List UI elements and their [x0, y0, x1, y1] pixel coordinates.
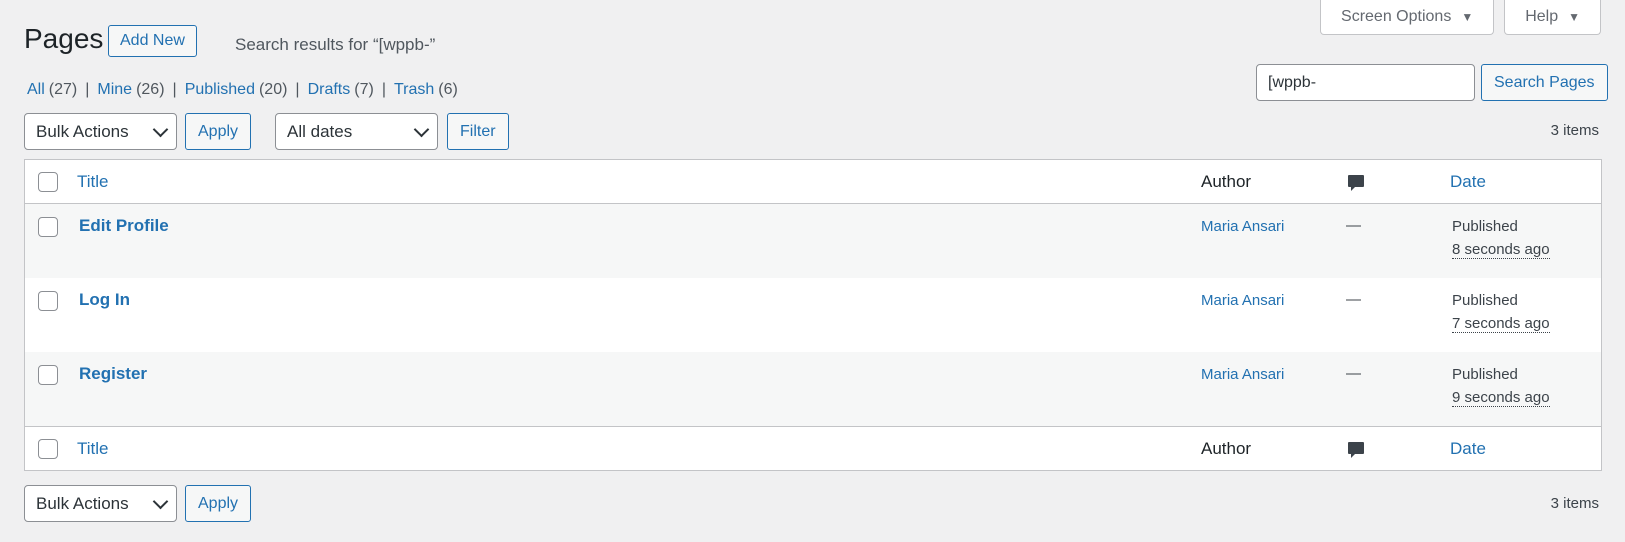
title-column-header[interactable]: Title	[77, 172, 109, 192]
row-checkbox[interactable]	[38, 365, 58, 385]
view-count: (6)	[438, 81, 458, 98]
separator: |	[381, 81, 386, 98]
view-mine-link[interactable]: Mine	[97, 81, 132, 99]
screen-options-button[interactable]: Screen Options ▼	[1320, 0, 1495, 35]
table-row: Log In Maria Ansari — Published 7 second…	[25, 278, 1601, 352]
view-count: (7)	[354, 81, 374, 98]
table-row: Edit Profile Maria Ansari — Published 8 …	[25, 204, 1601, 278]
page-title-link[interactable]: Register	[79, 364, 147, 384]
bulk-actions-select-bottom[interactable]: Bulk Actions	[24, 485, 177, 522]
chevron-down-icon	[413, 121, 430, 137]
filter-button[interactable]: Filter	[447, 113, 509, 150]
post-status: Published	[1452, 218, 1518, 235]
apply-button[interactable]: Apply	[185, 113, 252, 150]
apply-button-bottom[interactable]: Apply	[185, 485, 252, 522]
search-pages-button[interactable]: Search Pages	[1481, 64, 1608, 101]
date-column-header[interactable]: Date	[1450, 439, 1486, 459]
triangle-down-icon: ▼	[1461, 10, 1474, 24]
view-all-link[interactable]: All	[27, 81, 45, 99]
post-date: 8 seconds ago	[1452, 241, 1550, 259]
author-column-header: Author	[1201, 172, 1252, 191]
view-count: (26)	[136, 81, 165, 98]
dates-select[interactable]: All dates	[275, 113, 438, 150]
page-title-link[interactable]: Edit Profile	[79, 216, 169, 236]
page-title-link[interactable]: Log In	[79, 290, 130, 310]
screen-meta: Screen Options ▼ Help ▼	[1320, 0, 1601, 35]
separator: |	[85, 81, 90, 98]
separator: |	[172, 81, 177, 98]
dates-value: All dates	[287, 121, 353, 141]
view-drafts-link[interactable]: Drafts	[308, 81, 351, 99]
comments-count: —	[1346, 365, 1361, 382]
comments-count: —	[1346, 217, 1361, 234]
triangle-down-icon: ▼	[1568, 10, 1580, 24]
search-results-subtitle: Search results for “[wppb-”	[235, 35, 436, 54]
post-status: Published	[1452, 292, 1518, 309]
comments-count: —	[1346, 291, 1361, 308]
view-count: (20)	[258, 81, 288, 98]
add-new-button[interactable]: Add New	[108, 25, 197, 57]
chevron-down-icon	[152, 493, 169, 509]
post-status: Published	[1452, 366, 1518, 383]
author-link[interactable]: Maria Ansari	[1201, 218, 1284, 235]
row-checkbox[interactable]	[38, 291, 58, 311]
author-link[interactable]: Maria Ansari	[1201, 366, 1284, 383]
bulk-actions-value: Bulk Actions	[36, 493, 129, 513]
screen-options-label: Screen Options	[1341, 8, 1452, 25]
author-link[interactable]: Maria Ansari	[1201, 292, 1284, 309]
table-row: Register Maria Ansari — Published 9 seco…	[25, 352, 1601, 426]
status-filter-links: All (27) | Mine (26) | Published (20) | …	[27, 81, 458, 99]
select-all-checkbox[interactable]	[38, 439, 58, 459]
view-published-link[interactable]: Published	[185, 81, 255, 99]
table-footer-row: Title Author Date	[25, 426, 1601, 470]
chevron-down-icon	[152, 121, 169, 137]
date-column-header[interactable]: Date	[1450, 172, 1486, 192]
bulk-actions-select[interactable]: Bulk Actions	[24, 113, 177, 150]
post-date: 7 seconds ago	[1452, 315, 1550, 333]
view-trash-link[interactable]: Trash	[394, 81, 434, 99]
bulk-actions-value: Bulk Actions	[36, 121, 129, 141]
post-date: 9 seconds ago	[1452, 389, 1550, 407]
comment-bubble-icon	[1347, 174, 1365, 192]
author-column-header: Author	[1201, 439, 1252, 458]
separator: |	[295, 81, 300, 98]
items-count-bottom: 3 items	[1550, 495, 1599, 512]
view-count: (27)	[48, 81, 78, 98]
table-header-row: Title Author Date	[25, 160, 1601, 204]
comment-bubble-icon	[1347, 441, 1365, 459]
page-title: Pages	[24, 23, 104, 54]
search-input[interactable]	[1256, 64, 1475, 101]
items-count: 3 items	[1550, 122, 1599, 139]
title-column-header[interactable]: Title	[77, 439, 109, 459]
pages-table: Title Author Date Edit Profile Maria Ans…	[24, 159, 1602, 471]
select-all-checkbox[interactable]	[38, 172, 58, 192]
help-button[interactable]: Help ▼	[1504, 0, 1601, 35]
row-checkbox[interactable]	[38, 217, 58, 237]
help-label: Help	[1525, 8, 1559, 25]
